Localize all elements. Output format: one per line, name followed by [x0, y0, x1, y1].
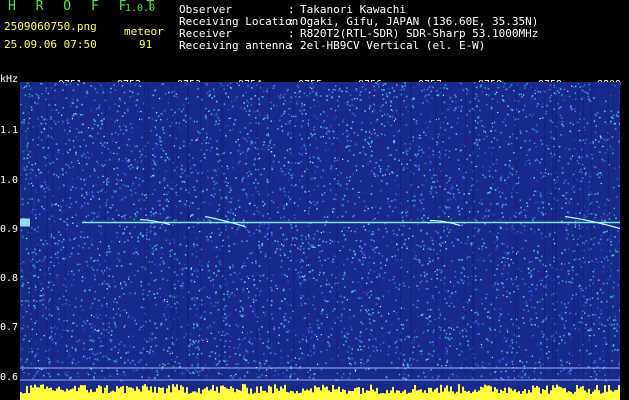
file-name: 2509060750.png	[4, 20, 97, 33]
capture-datetime: 25.09.06 07:50	[4, 38, 97, 51]
noise-floor	[20, 384, 620, 400]
spectrogram-canvas	[20, 82, 620, 400]
y-tick-label: 0.9	[0, 224, 19, 235]
app-version: 1.0.0	[125, 3, 156, 14]
y-tick-label: 0.6	[0, 372, 19, 383]
info-value-antenna: 2el-HB9CV Vertical (el. E-W)	[300, 39, 486, 52]
meteor-count: 91	[139, 38, 153, 51]
y-tick-label: 1.1	[0, 125, 19, 136]
spectrogram	[20, 82, 620, 400]
meteor-label: meteor	[124, 25, 164, 38]
info-key-antenna: Receiving antenna	[179, 39, 292, 52]
y-axis-unit: kHz	[0, 74, 19, 85]
y-tick-label: 0.7	[0, 322, 19, 333]
signal-mark	[20, 218, 30, 227]
info-sep: :	[288, 39, 295, 52]
y-tick-label: 0.8	[0, 273, 19, 284]
y-tick-label: 1.0	[0, 175, 19, 186]
